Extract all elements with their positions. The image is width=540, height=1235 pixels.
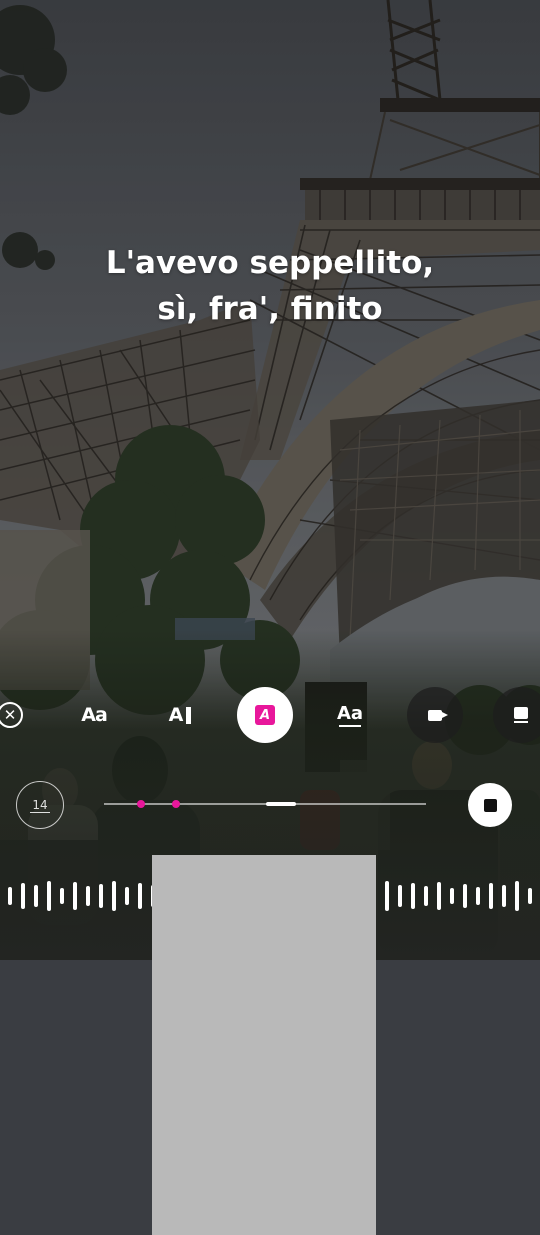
- waveform-bar: [152, 899, 376, 923]
- waveform-bar: [528, 888, 532, 904]
- underline-icon: [339, 725, 361, 727]
- waveform-bar: [437, 882, 441, 910]
- waveform-bar: [152, 923, 376, 953]
- timeline-marker[interactable]: [137, 800, 145, 808]
- stop-button[interactable]: [468, 783, 512, 827]
- card-mode-button[interactable]: [493, 687, 540, 743]
- cursor-bar-icon: [186, 706, 192, 724]
- lyrics-text[interactable]: L'avevo seppellito, sì, fra', finito: [0, 240, 540, 332]
- lyrics-line-2: sì, fra', finito: [157, 291, 383, 327]
- close-icon: ✕: [0, 702, 23, 728]
- waveform-bar: [152, 1163, 376, 1183]
- waveform-bar: [385, 881, 389, 911]
- waveform-bar: [489, 883, 493, 909]
- timeline-playhead[interactable]: [266, 802, 296, 806]
- waveform-bar: [450, 888, 454, 904]
- waveform-bar: [463, 884, 467, 908]
- highlight-icon: A: [255, 705, 275, 725]
- waveform-bar: [152, 883, 376, 899]
- clip-count: 14: [30, 797, 50, 813]
- waveform-bar: [424, 886, 428, 906]
- waveform-bar: [152, 1045, 376, 1067]
- timeline-marker[interactable]: [172, 800, 180, 808]
- waveform-bar: [8, 887, 12, 905]
- text-align-label: A: [168, 704, 184, 726]
- video-mode-button[interactable]: [407, 687, 463, 743]
- text-align-button[interactable]: A: [152, 687, 208, 743]
- waveform-bar: [86, 886, 90, 906]
- waveform-bar: [398, 885, 402, 907]
- waveform-bar: [34, 885, 38, 907]
- font-button[interactable]: Aa: [322, 687, 378, 743]
- waveform-bar: [73, 882, 77, 910]
- text-style-button[interactable]: Aa: [66, 687, 122, 743]
- waveform-bar: [152, 999, 376, 1017]
- waveform-bar: [411, 883, 415, 909]
- waveform-bar: [476, 887, 480, 905]
- waveform-bar: [60, 888, 64, 904]
- waveform-bar: [152, 1017, 376, 1045]
- waveform-bar: [515, 881, 519, 911]
- lyrics-timeline-track[interactable]: [104, 800, 426, 808]
- waveform-bar: [152, 1211, 376, 1235]
- waveform-bar: [152, 855, 376, 883]
- waveform-bar: [125, 887, 129, 905]
- waveform-bar: [47, 881, 51, 911]
- lyrics-line-1: L'avevo seppellito,: [105, 245, 435, 281]
- waveform-bar: [152, 953, 376, 973]
- waveform-bar: [152, 1183, 376, 1211]
- close-button[interactable]: ✕: [0, 687, 38, 743]
- waveform-bar: [112, 881, 116, 911]
- text-style-label: Aa: [81, 704, 108, 726]
- clip-count-badge[interactable]: 14: [16, 781, 64, 829]
- audio-clip-selector[interactable]: [152, 855, 376, 1235]
- video-camera-icon: [428, 709, 448, 721]
- stop-icon: [483, 798, 497, 812]
- waveform-bar: [152, 1067, 376, 1097]
- highlight-style-button[interactable]: A: [237, 687, 293, 743]
- waveform-bar: [502, 885, 506, 907]
- waveform-bar: [152, 973, 376, 999]
- waveform-bar: [152, 1137, 376, 1163]
- waveform-bar: [152, 1097, 376, 1121]
- font-label: Aa: [336, 703, 364, 724]
- background-photo: [0, 0, 540, 960]
- waveform-bar: [99, 884, 103, 908]
- waveform-bar: [21, 883, 25, 909]
- card-icon: [514, 706, 528, 724]
- waveform-bar: [138, 883, 142, 909]
- waveform-bar: [152, 1121, 376, 1137]
